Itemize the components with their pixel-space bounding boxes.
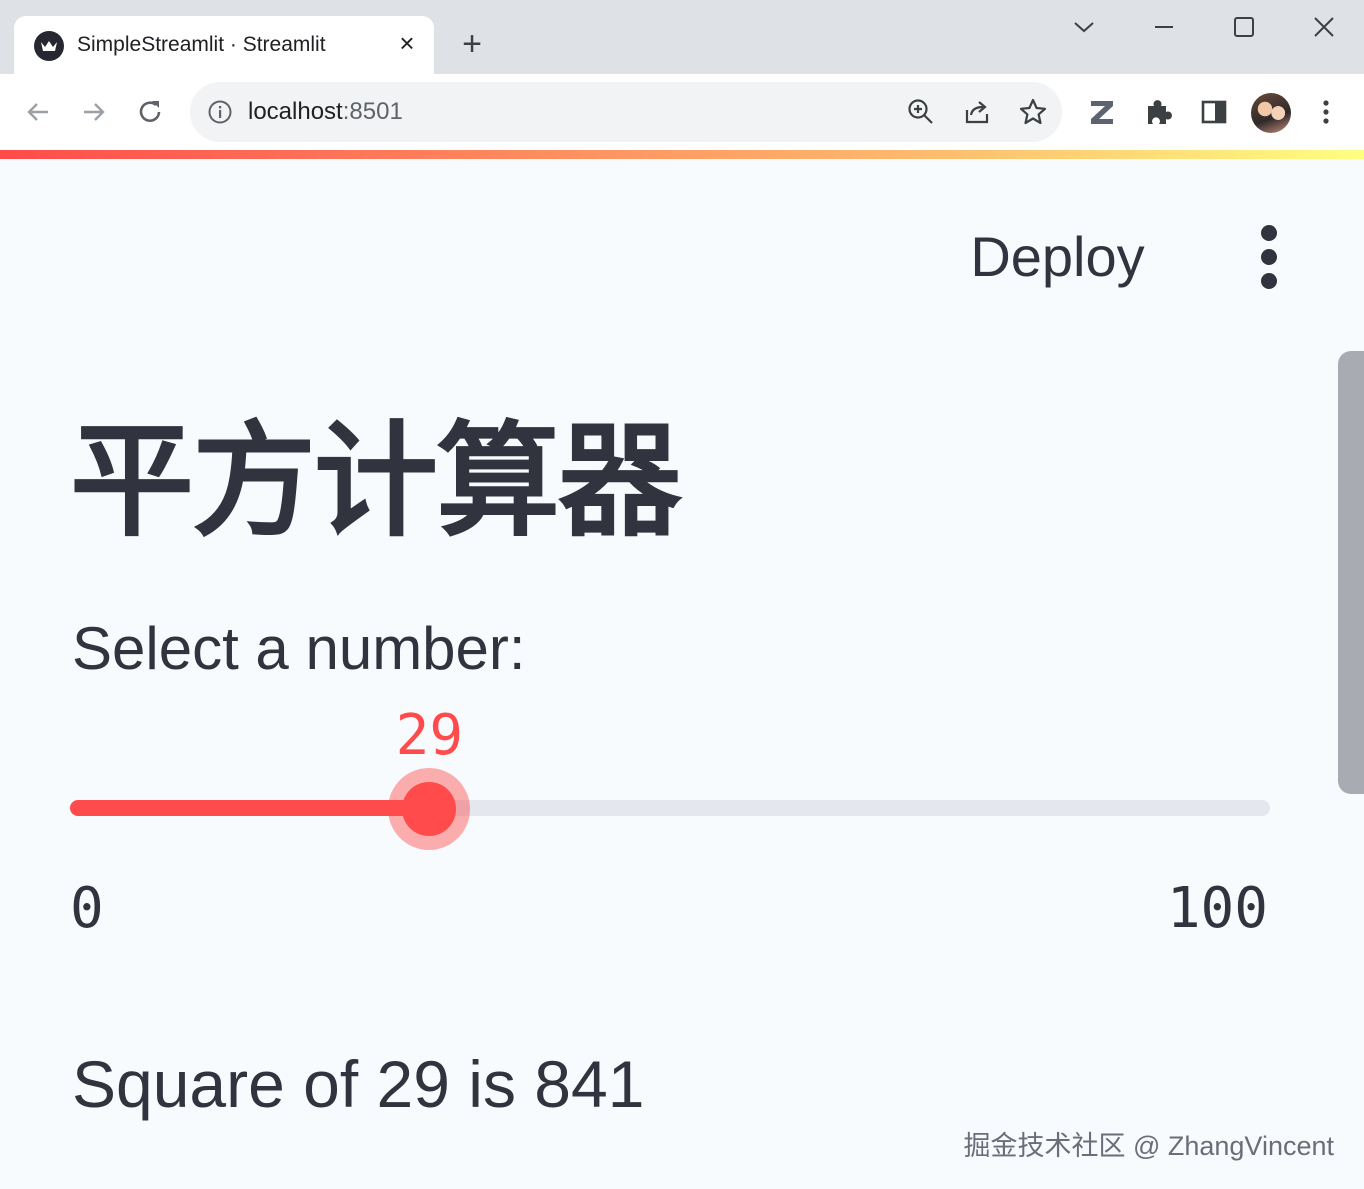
scrollbar-thumb[interactable] [1338, 351, 1364, 794]
zoom-in-icon[interactable] [906, 97, 936, 127]
share-icon[interactable] [962, 97, 992, 127]
puzzle-icon[interactable] [1142, 96, 1174, 128]
profile-avatar[interactable] [1251, 93, 1291, 133]
slider-label: Select a number: [72, 615, 526, 682]
header-decoration [0, 150, 1364, 159]
browser-menu-icon[interactable] [1316, 96, 1336, 128]
side-panel-icon[interactable] [1198, 96, 1230, 128]
star-icon[interactable] [1018, 97, 1048, 127]
app-header: Deploy [0, 159, 1364, 349]
deploy-button[interactable]: Deploy [945, 217, 1170, 297]
address-bar[interactable]: localhost:8501 [190, 82, 1062, 142]
browser-tab[interactable]: SimpleStreamlit · Streamlit × [14, 16, 434, 74]
browser-toolbar: localhost:8501 [0, 74, 1364, 150]
browser-tabstrip: SimpleStreamlit · Streamlit × + [0, 0, 1364, 74]
close-tab-icon[interactable]: × [394, 30, 420, 56]
tab-title: SimpleStreamlit · Streamlit [77, 33, 326, 56]
streamlit-crown-icon [34, 31, 64, 61]
minimize-icon[interactable] [1151, 14, 1177, 40]
slider-track[interactable] [70, 800, 1270, 816]
slider-max-label: 100 [1166, 876, 1268, 941]
watermark: 掘金技术社区 @ ZhangVincent [963, 1131, 1334, 1161]
forward-arrow-icon[interactable] [78, 96, 110, 128]
info-icon[interactable] [207, 99, 233, 125]
close-window-icon[interactable] [1311, 14, 1337, 40]
back-arrow-icon[interactable] [22, 96, 54, 128]
slider-thumb[interactable] [402, 782, 457, 836]
page-title: 平方计算器 [70, 410, 682, 554]
result-text: Square of 29 is 841 [72, 1047, 645, 1121]
slider-min-label: 0 [70, 876, 104, 941]
new-tab-button[interactable]: + [455, 27, 489, 62]
slider-fill [70, 800, 430, 816]
slider-value: 29 [395, 703, 464, 768]
kebab-menu-icon[interactable] [1254, 225, 1286, 289]
maximize-icon[interactable] [1231, 14, 1257, 40]
reload-icon[interactable] [134, 96, 166, 128]
tab-search-chevron-icon[interactable] [1071, 14, 1097, 40]
z-extension-icon[interactable] [1086, 96, 1118, 128]
url-text: localhost:8501 [248, 98, 403, 125]
